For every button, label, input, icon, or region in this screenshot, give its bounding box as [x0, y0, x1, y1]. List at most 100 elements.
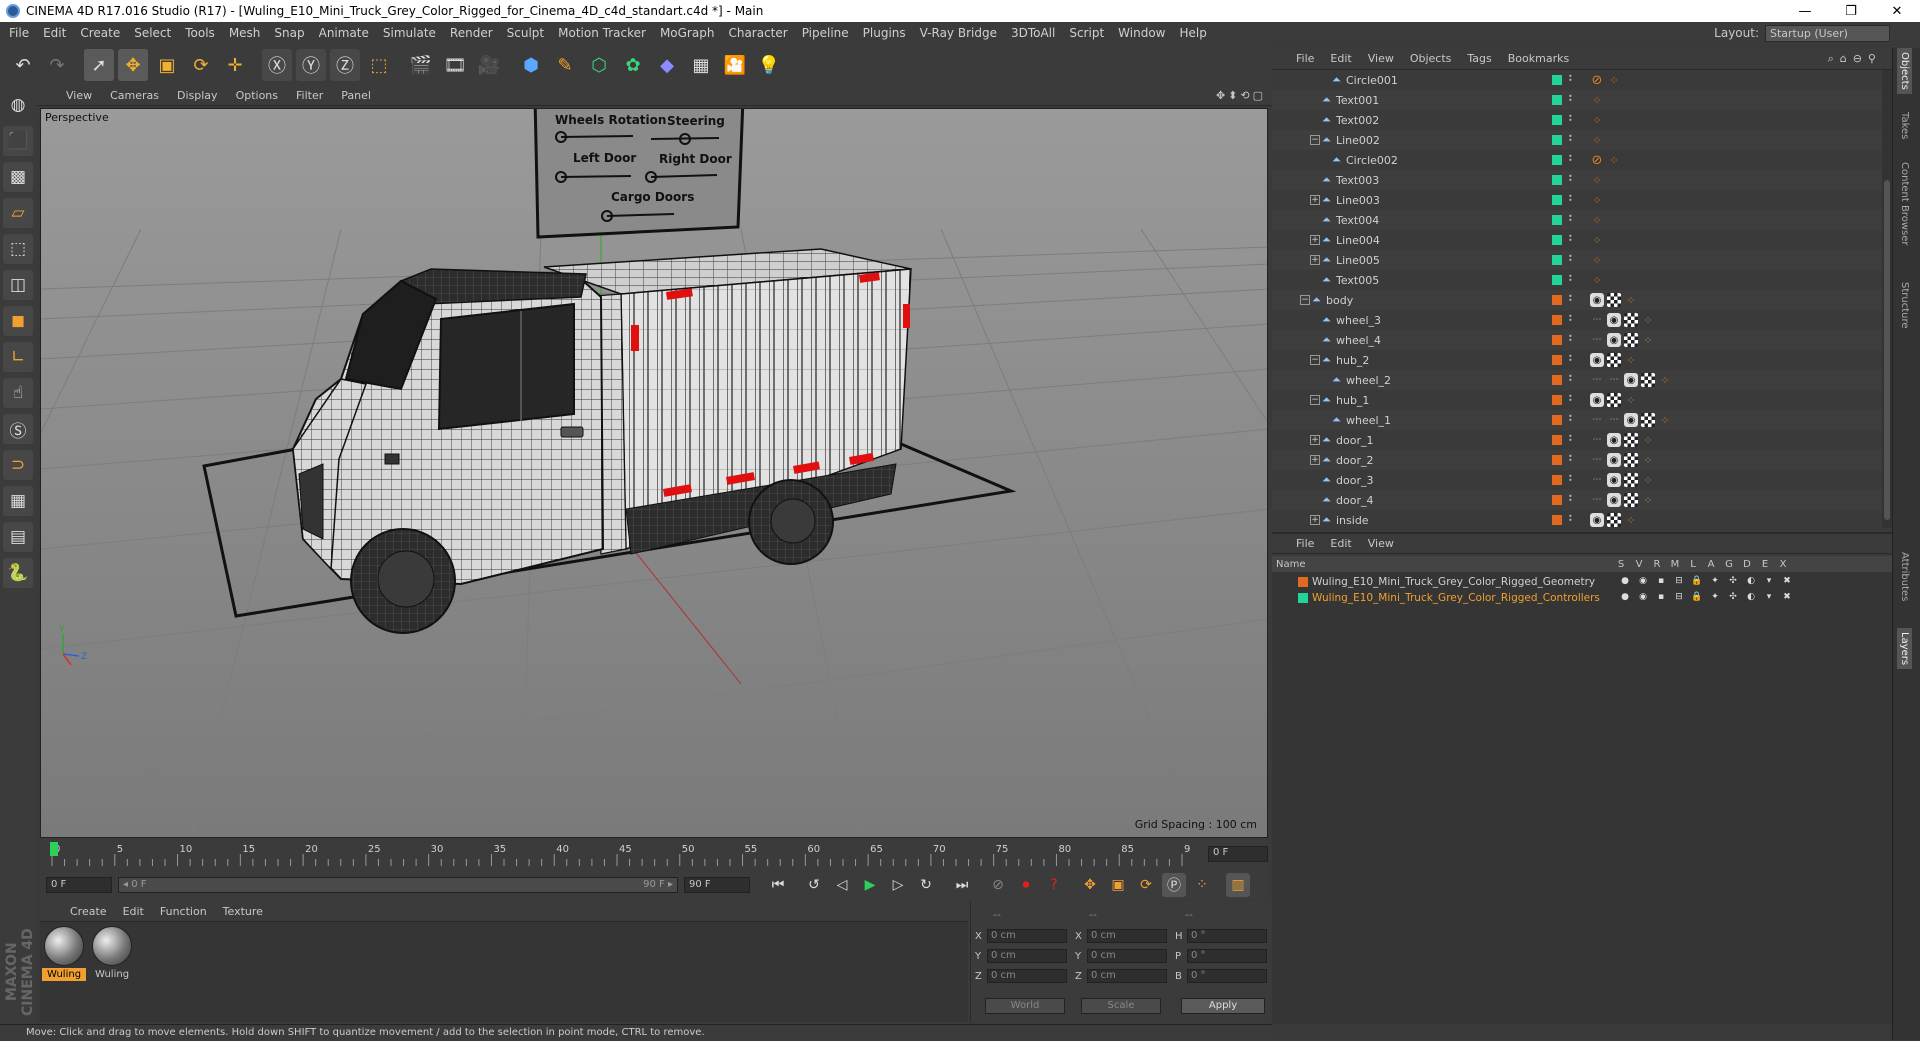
layer-menu-file[interactable]: File [1296, 537, 1314, 550]
visibility-dots[interactable]: • • [1568, 173, 1573, 185]
rear-wheel[interactable] [748, 479, 834, 565]
layer-color-swatch[interactable] [1552, 455, 1562, 465]
selection-tag-icon[interactable]: ⋯ [1590, 413, 1604, 427]
material-tag-icon[interactable]: ◉ [1624, 373, 1638, 387]
object-name[interactable]: wheel_4 [1336, 334, 1381, 347]
layer-color-swatch[interactable] [1552, 515, 1562, 525]
object-row[interactable]: − ⏶ hub_1 • • ◉ ⁘ [1272, 390, 1882, 410]
object-row[interactable]: − ⏶ hub_2 • • ◉ ⁘ [1272, 350, 1882, 370]
move-tool-icon[interactable]: ✥ [118, 49, 148, 81]
object-menu-bookmarks[interactable]: Bookmarks [1508, 52, 1569, 65]
xpresso-tag-icon[interactable]: ⁘ [1590, 133, 1604, 147]
controller-panel[interactable]: Wheels Rotation Steering Left Door Right… [533, 109, 745, 239]
array-generator-icon[interactable]: ✿ [618, 49, 648, 81]
magnet-icon[interactable]: ⊃ [3, 450, 33, 480]
xpresso-tag-icon[interactable]: ⁘ [1624, 293, 1638, 307]
texture-tag-icon[interactable] [1607, 393, 1621, 407]
layer-color-swatch[interactable] [1552, 375, 1562, 385]
object-row[interactable]: ⏶ Circle002 • • ⊘ ⁘ [1272, 150, 1882, 170]
material-menu-edit[interactable]: Edit [123, 905, 144, 918]
layer-color-swatch[interactable] [1552, 295, 1562, 305]
selection-tag-icon[interactable]: ⋯ [1590, 333, 1604, 347]
object-row[interactable]: ⏶ door_3 • • ⋯ ◉ ⁘ [1272, 470, 1882, 490]
pen-spline-icon[interactable]: ✎ [550, 49, 580, 81]
visibility-dots[interactable]: • • [1568, 93, 1573, 105]
xpresso-tag-icon[interactable]: ⁘ [1658, 373, 1672, 387]
autokey-icon[interactable]: ⏺ [1014, 873, 1038, 897]
layer-color-swatch[interactable] [1298, 593, 1308, 603]
position-z-field[interactable]: 0 cm [987, 969, 1067, 983]
layer-row[interactable]: Wuling_E10_Mini_Truck_Grey_Color_Rigged_… [1272, 590, 1892, 605]
texture-tag-icon[interactable] [1624, 433, 1638, 447]
object-row[interactable]: + ⏶ Line005 • • ⁘ [1272, 250, 1882, 270]
visibility-dots[interactable]: • • [1568, 213, 1573, 225]
xpresso-tag-icon[interactable]: ⁘ [1590, 93, 1604, 107]
xpresso-tag-icon[interactable]: ⁘ [1607, 73, 1621, 87]
layer-color-swatch[interactable] [1552, 315, 1562, 325]
material-tag-icon[interactable]: ◉ [1607, 473, 1621, 487]
visibility-dots[interactable]: • • [1568, 333, 1573, 345]
layer-toggle-icon[interactable]: ◉ [1634, 592, 1652, 602]
object-menu-tags[interactable]: Tags [1467, 52, 1491, 65]
visibility-dots[interactable]: • • [1568, 313, 1573, 325]
menu-3dtoall[interactable]: 3DToAll [1011, 26, 1055, 40]
y-axis-lock-icon[interactable]: Ⓨ [296, 49, 326, 81]
rotation-p-field[interactable]: 0 ° [1187, 949, 1267, 963]
texture-tag-icon[interactable] [1607, 353, 1621, 367]
texture-tag-icon[interactable] [1624, 313, 1638, 327]
viewport-camera-label[interactable]: Perspective [45, 111, 109, 124]
object-menu-edit[interactable]: Edit [1330, 52, 1351, 65]
render-settings-icon[interactable]: 🎥 [474, 49, 504, 81]
layer-name[interactable]: Wuling_E10_Mini_Truck_Grey_Color_Rigged_… [1312, 576, 1595, 588]
visibility-dots[interactable]: • • [1568, 373, 1573, 385]
object-name[interactable]: Text004 [1336, 214, 1379, 227]
redo-icon[interactable]: ↷ [42, 49, 72, 81]
floor-icon[interactable]: ▦ [686, 49, 716, 81]
layer-toggle-icon[interactable]: ✖ [1778, 592, 1796, 602]
xpresso-tag-icon[interactable]: ⁘ [1590, 233, 1604, 247]
points-mode-icon[interactable]: ⬚ [3, 234, 33, 264]
size-mode-select[interactable]: Scale [1081, 998, 1161, 1014]
menu-window[interactable]: Window [1118, 26, 1165, 40]
object-name[interactable]: wheel_1 [1346, 414, 1391, 427]
layer-color-swatch[interactable] [1552, 475, 1562, 485]
xpresso-tag-icon[interactable]: ⁘ [1641, 333, 1655, 347]
tab-layers[interactable]: Layers [1897, 628, 1912, 670]
select-tool-icon[interactable]: ➚ [84, 49, 114, 81]
material-tag-icon[interactable]: ◉ [1607, 493, 1621, 507]
object-name[interactable]: Text005 [1336, 274, 1379, 287]
expand-toggle-icon[interactable]: + [1310, 435, 1320, 445]
layer-color-swatch[interactable] [1552, 395, 1562, 405]
object-row[interactable]: + ⏶ door_1 • • ⋯ ◉ ⁘ [1272, 430, 1882, 450]
menu-file[interactable]: File [9, 26, 29, 40]
rotate-tool-icon[interactable]: ⟳ [186, 49, 216, 81]
expand-toggle-icon[interactable]: + [1310, 455, 1320, 465]
object-name[interactable]: Line004 [1336, 234, 1380, 247]
x-axis-lock-icon[interactable]: Ⓧ [262, 49, 292, 81]
visibility-dots[interactable]: • • [1568, 513, 1573, 525]
expand-toggle-icon[interactable]: − [1300, 295, 1310, 305]
layer-toggle-icon[interactable]: 🔒 [1688, 576, 1706, 586]
viewport-menu-options[interactable]: Options [236, 89, 278, 102]
subdivision-surface-icon[interactable]: ⬡ [584, 49, 614, 81]
expand-toggle-icon[interactable]: − [1310, 135, 1320, 145]
selection-tag-icon[interactable]: ⋯ [1590, 473, 1604, 487]
apply-button[interactable]: Apply [1181, 998, 1265, 1014]
key-position-icon[interactable]: ✥ [1078, 873, 1102, 897]
key-parameter-icon[interactable]: Ⓟ [1162, 873, 1186, 897]
viewport-menu-display[interactable]: Display [177, 89, 218, 102]
object-row[interactable]: − ⏶ Line002 • • ⁘ [1272, 130, 1882, 150]
live-select-icon[interactable]: ✛ [220, 49, 250, 81]
object-row[interactable]: + ⏶ Line004 • • ⁘ [1272, 230, 1882, 250]
visibility-dots[interactable]: • • [1568, 413, 1573, 425]
object-menu-file[interactable]: File [1296, 52, 1314, 65]
rotation-h-field[interactable]: 0 ° [1187, 929, 1267, 943]
texture-tag-icon[interactable] [1624, 473, 1638, 487]
visibility-dots[interactable]: • • [1568, 193, 1573, 205]
expand-toggle-icon[interactable]: + [1310, 255, 1320, 265]
xpresso-tag-icon[interactable]: ⁘ [1658, 413, 1672, 427]
protection-tag-icon[interactable]: ⊘ [1590, 153, 1604, 168]
selection-tag-icon[interactable]: ⋯ [1607, 373, 1621, 387]
object-name[interactable]: wheel_2 [1346, 374, 1391, 387]
object-name[interactable]: wheel_3 [1336, 314, 1381, 327]
